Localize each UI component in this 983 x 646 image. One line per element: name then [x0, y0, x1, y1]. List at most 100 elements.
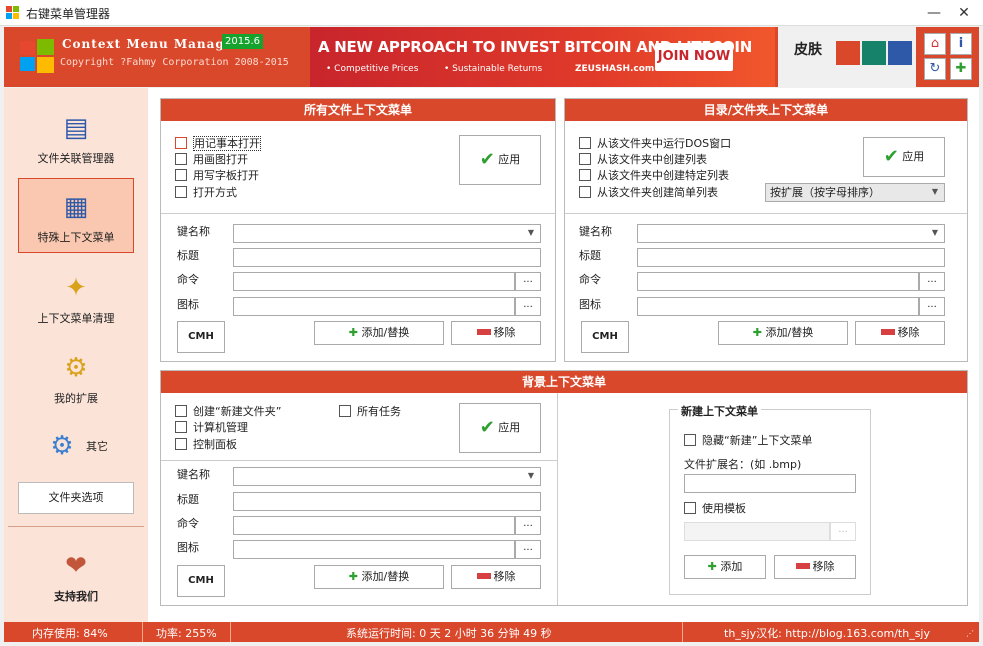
power-usage: 功率: 255% [156, 627, 217, 640]
title-label: 标题 [579, 249, 601, 262]
minimize-button[interactable]: — [920, 3, 948, 23]
apply-button[interactable]: ✔ 应用 [459, 403, 541, 453]
command-input[interactable] [637, 272, 919, 291]
checkbox-new-folder[interactable]: 创建“新建文件夹” [175, 403, 281, 419]
memory-usage: 内存使用: 84% [32, 627, 108, 640]
divider [161, 213, 555, 214]
key-name-dropdown[interactable] [233, 467, 541, 486]
gift-heart-icon: ❤ [65, 551, 87, 581]
checkbox-open-paint[interactable]: 用画图打开 [175, 151, 248, 167]
title-input[interactable] [233, 492, 541, 511]
resize-grip-icon[interactable]: ⋰ [966, 629, 974, 638]
file-extension-input[interactable] [684, 474, 856, 493]
vertical-divider [557, 393, 558, 605]
icon-input[interactable] [233, 540, 515, 559]
cmh-button[interactable]: CMH [177, 321, 225, 353]
add-replace-button[interactable]: ✚ 添加/替换 [314, 321, 444, 345]
checkbox-open-with[interactable]: 打开方式 [175, 184, 237, 200]
remove-button[interactable]: 移除 [451, 321, 541, 345]
menu-window-icon: ▦ [63, 192, 89, 222]
key-name-dropdown[interactable] [637, 224, 945, 243]
add-replace-button[interactable]: ✚ 添加/替换 [314, 565, 444, 589]
icon-browse-button[interactable]: ... [515, 297, 541, 316]
command-input[interactable] [233, 272, 515, 291]
sort-dropdown[interactable]: 按扩展（按字母排序） [765, 183, 945, 202]
apply-button[interactable]: ✔ 应用 [459, 135, 541, 185]
new-add-button[interactable]: ✚ 添加 [684, 555, 766, 579]
status-divider [682, 622, 683, 642]
title-input[interactable] [637, 248, 945, 267]
cmh-button[interactable]: CMH [581, 321, 629, 353]
skin-swatch-teal[interactable] [862, 41, 886, 65]
checkbox-control-panel[interactable]: 控制面板 [175, 436, 237, 452]
sidebar-item-my-extensions[interactable]: ⚙ 我的扩展 [18, 350, 134, 410]
command-browse-button[interactable]: ... [515, 272, 541, 291]
checkbox-all-tasks[interactable]: 所有任务 [339, 403, 401, 419]
all-files-panel: 所有文件上下文菜单 用记事本打开 用画图打开 用写字板打开 打开方式 ✔ 应用 … [160, 98, 556, 362]
icon-input[interactable] [233, 297, 515, 316]
status-bar: 内存使用: 84% 功率: 255% 系统运行时间: 0 天 2 小时 36 分… [4, 622, 979, 642]
command-browse-button[interactable]: ... [515, 516, 541, 535]
status-divider [142, 622, 143, 642]
checkbox-run-dos[interactable]: 从该文件夹中运行DOS窗口 [579, 135, 731, 151]
app-logo-icon [6, 6, 20, 20]
home-icon[interactable]: ⌂ [924, 33, 946, 55]
sidebar-item-cleanup[interactable]: ✦ 上下文菜单清理 [18, 270, 134, 330]
checkbox-use-template[interactable]: 使用模板 [684, 500, 746, 516]
divider [565, 213, 967, 214]
refresh-icon[interactable]: ↻ [924, 58, 946, 80]
info-icon[interactable]: i [950, 33, 972, 55]
ad-join-button[interactable]: JOIN NOW [655, 43, 733, 71]
sidebar-item-special-context-menu[interactable]: ▦ 特殊上下文菜单 [18, 178, 134, 253]
ad-banner[interactable]: A NEW APPROACH TO INVEST BITCOIN AND LIT… [310, 27, 775, 87]
support-us-button[interactable]: ❤ 支持我们 [18, 548, 134, 608]
checkbox-open-wordpad[interactable]: 用写字板打开 [175, 167, 259, 183]
gear-icon: ⚙ [64, 353, 88, 383]
command-label: 命令 [177, 517, 199, 530]
translator-credit[interactable]: th_sjy汉化: http://blog.163.com/th_sjy [724, 625, 930, 641]
template-input [684, 522, 830, 541]
title-label: 标题 [177, 249, 199, 262]
checkbox-hide-new-menu[interactable]: 隐藏“新建”上下文菜单 [684, 432, 812, 448]
command-browse-button[interactable]: ... [919, 272, 945, 291]
system-uptime: 系统运行时间: 0 天 2 小时 36 分钟 49 秒 [346, 627, 552, 640]
sidebar-item-label: 其它 [86, 440, 108, 453]
checkbox-create-specific-list[interactable]: 从该文件夹中创建特定列表 [579, 167, 729, 183]
file-extension-label: 文件扩展名：(如 .bmp) [684, 458, 802, 471]
cmh-button[interactable]: CMH [177, 565, 225, 597]
remove-button[interactable]: 移除 [451, 565, 541, 589]
main-content: 所有文件上下文菜单 用记事本打开 用画图打开 用写字板打开 打开方式 ✔ 应用 … [148, 88, 979, 622]
skin-swatch-red[interactable] [836, 41, 860, 65]
windows-logo-icon [20, 39, 54, 76]
skin-swatch-blue[interactable] [888, 41, 912, 65]
remove-button[interactable]: 移除 [855, 321, 945, 345]
close-button[interactable]: ✕ [950, 3, 978, 23]
icon-browse-button[interactable]: ... [515, 540, 541, 559]
remove-icon [880, 329, 895, 335]
icon-input[interactable] [637, 297, 919, 316]
add-replace-button[interactable]: ✚ 添加/替换 [718, 321, 848, 345]
favorite-icon[interactable]: ✚ [950, 58, 972, 80]
command-input[interactable] [233, 516, 515, 535]
checkbox-create-simple-list[interactable]: 从该文件夹创建简单列表 [579, 184, 718, 200]
checkmark-icon: ✔ [883, 146, 899, 167]
template-browse-button: ... [830, 522, 856, 541]
folder-options-button[interactable]: 文件夹选项 [18, 482, 134, 514]
ad-brand: ZEUSHASH.com [575, 64, 655, 74]
sidebar-item-file-association[interactable]: ▤ 文件关联管理器 [18, 110, 134, 170]
remove-icon [476, 329, 491, 335]
checkbox-open-notepad[interactable]: 用记事本打开 [175, 135, 261, 151]
version-badge: 2015.6 [222, 34, 263, 49]
checkbox-computer-management[interactable]: 计算机管理 [175, 419, 248, 435]
apply-button[interactable]: ✔ 应用 [863, 137, 945, 177]
icon-browse-button[interactable]: ... [919, 297, 945, 316]
new-remove-button[interactable]: 移除 [774, 555, 856, 579]
checkmark-icon: ✔ [479, 417, 495, 438]
sidebar-item-other[interactable]: ⚙ 其它 [18, 428, 134, 468]
window-title: 右键菜单管理器 [26, 7, 111, 21]
icon-label: 图标 [177, 541, 199, 554]
key-name-dropdown[interactable] [233, 224, 541, 243]
checkbox-create-list[interactable]: 从该文件夹中创建列表 [579, 151, 707, 167]
title-input[interactable] [233, 248, 541, 267]
gears-icon: ⚙ [50, 431, 74, 461]
